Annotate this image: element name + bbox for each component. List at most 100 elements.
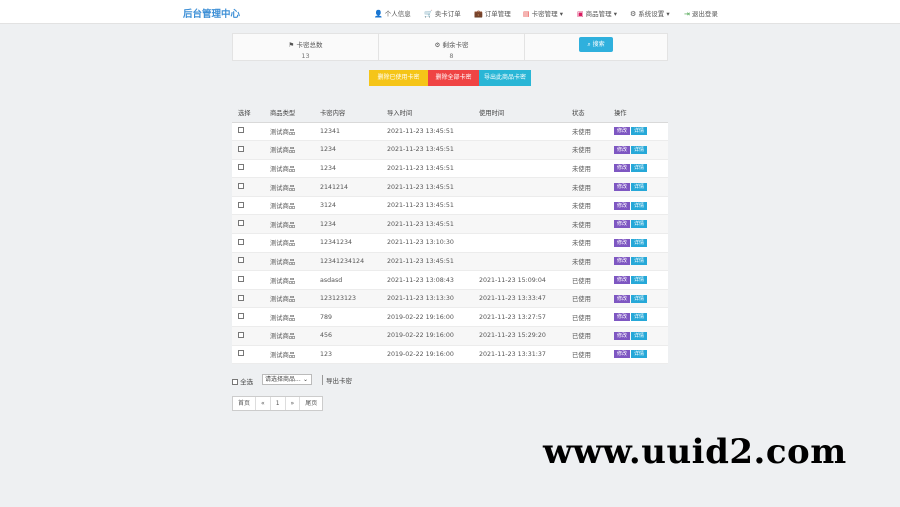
chevron-down-icon: ⌄ bbox=[302, 376, 308, 383]
detail-button[interactable]: 详情 bbox=[631, 276, 648, 285]
row-select-cell bbox=[232, 177, 264, 197]
delete-all-button[interactable]: 删除全部卡密 bbox=[428, 70, 479, 86]
page-last[interactable]: 尾页 bbox=[300, 397, 322, 410]
edit-button[interactable]: 修改 bbox=[614, 220, 631, 229]
export-goods-label: 导出此商品卡密 bbox=[483, 74, 526, 81]
row-select-cell bbox=[232, 270, 264, 290]
table-row: 测试商品 12341 2021-11-23 13:45:51 未使用 修改 详情 bbox=[232, 122, 668, 142]
detail-button[interactable]: 详情 bbox=[631, 220, 648, 229]
nav-item-0[interactable]: 👤 个人信息 bbox=[374, 8, 411, 18]
table-row: 测试商品 789 2019-02-22 19:16:00 2021-11-23 13:… bbox=[232, 307, 668, 328]
row-checkbox[interactable] bbox=[238, 294, 244, 301]
stat-remain-value: 8 bbox=[449, 52, 454, 60]
row-checkbox[interactable] bbox=[238, 183, 244, 190]
search-button[interactable]: ⌕ 搜索 bbox=[579, 37, 613, 52]
detail-button[interactable]: 详情 bbox=[631, 164, 648, 173]
nav-item-label: 商品管理 ▾ bbox=[585, 10, 617, 18]
cell-card: 12341234124 bbox=[314, 252, 381, 272]
col-select: 选择 bbox=[232, 104, 264, 123]
row-checkbox[interactable] bbox=[238, 201, 244, 208]
edit-button[interactable]: 修改 bbox=[614, 201, 631, 210]
table-row: 测试商品 123123123 2021-11-23 13:13:30 2021-11-… bbox=[232, 289, 668, 309]
nav-item-5[interactable]: ⚙ 系统设置 ▾ bbox=[630, 8, 670, 18]
edit-button[interactable]: 修改 bbox=[614, 350, 631, 359]
edit-button[interactable]: 修改 bbox=[614, 331, 631, 340]
page-prev[interactable]: « bbox=[256, 397, 271, 410]
detail-button[interactable]: 详情 bbox=[631, 294, 648, 303]
detail-button[interactable]: 详情 bbox=[631, 183, 648, 192]
row-checkbox[interactable] bbox=[238, 257, 244, 264]
table-row: 测试商品 12341234124 2021-11-23 13:45:51 未使用 修改详… bbox=[232, 252, 668, 272]
row-checkbox[interactable] bbox=[238, 331, 244, 338]
edit-button[interactable]: 修改 bbox=[614, 294, 631, 303]
cell-import-time: 2021-11-23 13:45:51 bbox=[381, 159, 473, 179]
page-next[interactable]: » bbox=[286, 397, 301, 410]
row-checkbox[interactable] bbox=[238, 238, 244, 245]
page-current[interactable]: 1 bbox=[271, 397, 286, 410]
detail-button[interactable]: 详情 bbox=[631, 313, 648, 322]
nav-item-1[interactable]: 🛒 卖卡订单 bbox=[424, 8, 461, 18]
edit-button[interactable]: 修改 bbox=[614, 276, 631, 285]
edit-button[interactable]: 修改 bbox=[614, 313, 631, 322]
row-checkbox[interactable] bbox=[238, 350, 244, 357]
cell-import-time: 2021-11-23 13:45:51 bbox=[381, 196, 473, 216]
select-all[interactable]: 全选 bbox=[232, 376, 253, 386]
status-badge: 已使用 bbox=[566, 289, 608, 309]
cell-type: 测试商品 bbox=[264, 122, 314, 142]
export-goods-button[interactable]: 导出此商品卡密 bbox=[479, 70, 531, 86]
delete-used-button[interactable]: 删除已使用卡密 bbox=[369, 70, 428, 86]
detail-button[interactable]: 详情 bbox=[631, 238, 648, 247]
row-checkbox[interactable] bbox=[238, 313, 244, 320]
row-checkbox[interactable] bbox=[238, 220, 244, 227]
detail-button[interactable]: 详情 bbox=[631, 331, 648, 340]
detail-button[interactable]: 详情 bbox=[631, 257, 648, 266]
edit-button[interactable]: 修改 bbox=[614, 238, 631, 247]
goods-select[interactable]: 请选择商品... ⌄ bbox=[262, 374, 312, 385]
stat-total-value: 13 bbox=[301, 52, 310, 60]
table-header-row: 选择 商品类型 卡密内容 导入时间 使用时间 状态 操作 bbox=[232, 104, 668, 123]
cell-actions: 修改 详情 bbox=[608, 196, 668, 216]
edit-button[interactable]: 修改 bbox=[614, 164, 631, 173]
cell-type: 测试商品 bbox=[264, 159, 314, 179]
brand-title[interactable]: 后台管理中心 bbox=[183, 6, 240, 20]
edit-button[interactable]: 修改 bbox=[614, 127, 631, 136]
cell-type: 测试商品 bbox=[264, 233, 314, 253]
edit-button[interactable]: 修改 bbox=[614, 257, 631, 266]
nav-item-4[interactable]: ▣ 商品管理 ▾ bbox=[577, 8, 617, 18]
table-row: 测试商品 1234 2021-11-23 13:45:51 未使用 修改 详情 bbox=[232, 159, 668, 179]
cell-type: 测试商品 bbox=[264, 252, 314, 272]
cell-actions: 修改 详情 bbox=[608, 233, 668, 253]
cell-actions: 修改 详情 bbox=[608, 307, 668, 328]
cell-used-time: 2021-11-23 13:33:47 bbox=[473, 289, 566, 309]
row-checkbox[interactable] bbox=[238, 276, 244, 283]
detail-button[interactable]: 详情 bbox=[631, 145, 648, 154]
edit-button[interactable]: 修改 bbox=[614, 145, 631, 154]
nav-item-3[interactable]: ▤ 卡密管理 ▾ bbox=[523, 8, 563, 18]
select-all-checkbox[interactable] bbox=[232, 379, 238, 385]
cell-import-time: 2019-02-22 19:16:00 bbox=[381, 345, 473, 365]
nav-item-2[interactable]: 💼 订单管理 bbox=[474, 8, 511, 18]
detail-button[interactable]: 详情 bbox=[631, 201, 648, 210]
cell-import-time: 2021-11-23 13:45:51 bbox=[381, 252, 473, 272]
nav-item-label: 个人信息 bbox=[384, 10, 411, 18]
row-select-cell bbox=[232, 140, 264, 160]
detail-button[interactable]: 详情 bbox=[631, 127, 648, 136]
watermark: www.uuid2.com bbox=[543, 432, 847, 472]
cell-type: 测试商品 bbox=[264, 177, 314, 197]
nav-item-label: 系统设置 ▾ bbox=[638, 10, 670, 18]
row-select-cell bbox=[232, 345, 264, 365]
detail-button[interactable]: 详情 bbox=[631, 350, 648, 359]
row-checkbox[interactable] bbox=[238, 127, 244, 134]
row-checkbox[interactable] bbox=[238, 164, 244, 171]
cell-type: 测试商品 bbox=[264, 270, 314, 290]
row-checkbox[interactable] bbox=[238, 145, 244, 152]
nav-item-6[interactable]: ⇥ 退出登录 bbox=[684, 8, 718, 18]
cell-used-time: 2021-11-23 15:29:20 bbox=[473, 326, 566, 346]
edit-button[interactable]: 修改 bbox=[614, 183, 631, 192]
col-actions: 操作 bbox=[608, 104, 668, 123]
cell-actions: 修改 详情 bbox=[608, 270, 668, 290]
cell-card: 2141214 bbox=[314, 177, 381, 197]
export-link[interactable]: 导出卡密 bbox=[322, 375, 352, 385]
page-first[interactable]: 首页 bbox=[233, 397, 257, 410]
status-badge: 未使用 bbox=[566, 233, 608, 253]
